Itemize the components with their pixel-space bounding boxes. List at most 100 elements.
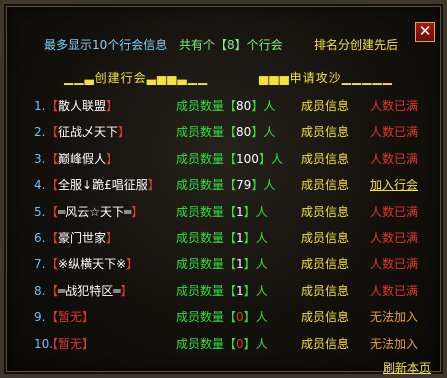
bracket-open: 【 — [46, 205, 59, 219]
guild-status-text: 人数已满 — [370, 205, 419, 219]
guild-rank: 6. — [34, 231, 46, 245]
member-info-link[interactable]: 成员信息 — [301, 334, 349, 354]
member-count-value: 1 — [236, 231, 244, 245]
guild-name-text: ═风云☆天下═ — [58, 205, 132, 219]
member-count-label: 成员数量 — [176, 152, 225, 166]
member-count-value: 79 — [236, 178, 252, 192]
bracket-close: 】 — [243, 337, 256, 351]
member-count: 成员数量【1】人 — [176, 228, 268, 248]
member-count: 成员数量【100】人 — [176, 149, 283, 169]
member-count-value: 0 — [236, 310, 244, 324]
member-info-link[interactable]: 成员信息 — [301, 149, 349, 169]
bracket-open: 【 — [224, 152, 237, 166]
guild-rank: 5. — [34, 205, 46, 219]
guild-name: 【暂无】 — [46, 334, 94, 354]
guild-name-text: ═战犯特区═ — [58, 284, 121, 298]
member-count-value: 1 — [236, 257, 244, 271]
bracket-close: 】 — [120, 284, 133, 298]
bracket-close: 】 — [243, 205, 256, 219]
guild-row: 2. 【征战乄天下】 成员数量【80】人 成员信息 人数已满 — [4, 122, 447, 142]
member-info-link[interactable]: 成员信息 — [301, 254, 349, 274]
member-count-label: 成员数量 — [176, 310, 225, 324]
bracket-close: 】 — [243, 284, 256, 298]
member-count-unit: 人 — [255, 310, 268, 324]
bracket-close: 】 — [126, 257, 139, 271]
apply-siege-button[interactable]: ▅▅▅申请攻沙▁▁▁▁▁ — [259, 69, 393, 86]
member-count: 成员数量【80】人 — [176, 96, 275, 116]
bracket-open: 【 — [46, 178, 59, 192]
bracket-open: 【 — [46, 257, 59, 271]
member-info-link[interactable]: 成员信息 — [301, 281, 349, 301]
guild-status-text: 无法加入 — [370, 310, 419, 324]
bracket-close: 】 — [258, 152, 271, 166]
guild-name: 【═战犯特区═】 — [46, 281, 132, 301]
guild-rank: 1. — [34, 99, 46, 113]
member-count-unit: 人 — [255, 257, 268, 271]
bracket-open: 【 — [46, 310, 59, 324]
member-count-label: 成员数量 — [176, 257, 225, 271]
guild-status-text: 无法加入 — [370, 337, 419, 351]
bracket-open: 【 — [46, 99, 59, 113]
member-info-link[interactable]: 成员信息 — [301, 307, 349, 327]
guild-status-text: 人数已满 — [370, 257, 419, 271]
member-count-label: 成员数量 — [176, 231, 225, 245]
guild-status-join-button[interactable]: 加入行会 — [370, 175, 418, 195]
member-info-link[interactable]: 成员信息 — [301, 228, 349, 248]
member-count-label: 成员数量 — [176, 178, 225, 192]
bracket-open: 【 — [224, 337, 237, 351]
guild-row: 1. 【散人联盟】 成员数量【80】人 成员信息 人数已满 — [4, 96, 447, 116]
member-info-link[interactable]: 成员信息 — [301, 175, 349, 195]
guild-row: 10. 【暂无】 成员数量【0】人 成员信息 无法加入 — [4, 334, 447, 354]
guild-name-text: 巅峰假人 — [58, 152, 107, 166]
guild-status-text: 人数已满 — [370, 125, 419, 139]
guild-total-text: 共有个【8】个行会 — [179, 38, 283, 52]
member-count: 成员数量【80】人 — [176, 122, 275, 142]
member-count-value: 80 — [236, 99, 252, 113]
guild-name: 【※纵横天下※】 — [46, 254, 138, 274]
bracket-close: 】 — [82, 310, 95, 324]
guild-name-text: 暂无 — [58, 310, 83, 324]
bracket-open: 【 — [46, 284, 59, 298]
bracket-close: 】 — [243, 257, 256, 271]
member-count: 成员数量【0】人 — [176, 334, 268, 354]
member-count-unit: 人 — [255, 284, 268, 298]
close-button[interactable]: ✕ — [415, 22, 435, 42]
guild-name-text: 散人联盟 — [58, 99, 107, 113]
bracket-close: 】 — [131, 205, 144, 219]
guild-rank: 4. — [34, 178, 46, 192]
member-count-unit: 人 — [263, 178, 276, 192]
bracket-open: 【 — [224, 205, 237, 219]
bracket-close: 】 — [251, 178, 264, 192]
member-count-unit: 人 — [255, 231, 268, 245]
refresh-page-link[interactable]: 刷新本页 — [383, 359, 431, 376]
bracket-close: 】 — [106, 152, 119, 166]
member-info-link[interactable]: 成员信息 — [301, 122, 349, 142]
member-count-label: 成员数量 — [176, 125, 225, 139]
bracket-open: 【 — [46, 152, 59, 166]
member-count-unit: 人 — [255, 337, 268, 351]
guild-name: 【全服↓跪£唱征服】 — [46, 175, 160, 195]
member-count-label: 成员数量 — [176, 337, 225, 351]
bracket-close: 】 — [106, 99, 119, 113]
guild-name: 【巅峰假人】 — [46, 149, 118, 169]
bracket-open: 【 — [224, 284, 237, 298]
guild-rank: 7. — [34, 257, 46, 271]
bracket-close: 】 — [251, 125, 264, 139]
guild-name: 【暂无】 — [46, 307, 94, 327]
guild-list-panel: 最多显示10个行会信息 共有个【8】个行会 排名分创建先后 ✕ ▁▁▃创建行会▃… — [0, 0, 447, 378]
guild-status-text: 人数已满 — [370, 231, 419, 245]
guild-name-text: 豪门世家 — [58, 231, 107, 245]
guild-row: 6. 【豪门世家】 成员数量【1】人 成员信息 人数已满 — [4, 228, 447, 248]
guild-name: 【散人联盟】 — [46, 96, 118, 116]
bracket-close: 】 — [243, 231, 256, 245]
member-info-link[interactable]: 成员信息 — [301, 202, 349, 222]
member-count-unit: 人 — [255, 205, 268, 219]
member-info-link[interactable]: 成员信息 — [301, 96, 349, 116]
member-count-value: 1 — [236, 284, 244, 298]
bracket-close: 】 — [118, 125, 131, 139]
bracket-open: 【 — [46, 337, 59, 351]
bracket-open: 【 — [224, 257, 237, 271]
create-guild-button[interactable]: ▁▁▃创建行会▃▅▅▃▁▁ — [64, 69, 208, 86]
member-count-unit: 人 — [263, 99, 276, 113]
guild-row: 4. 【全服↓跪£唱征服】 成员数量 【 79】人 成员信息 加入行会 — [4, 175, 447, 195]
